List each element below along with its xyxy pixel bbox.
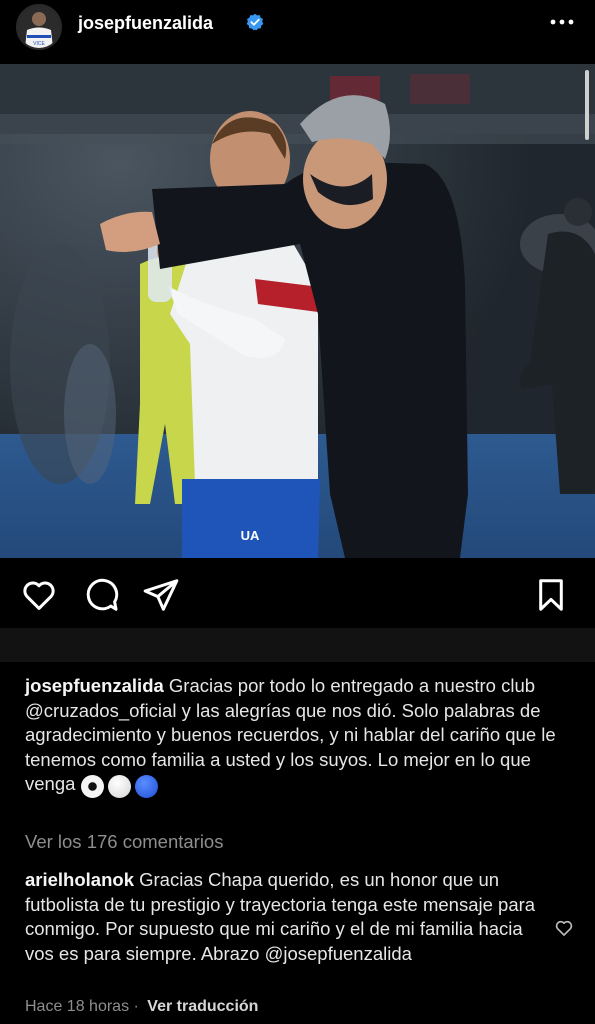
comment: arielholanok Gracias Chapa querido, es u… xyxy=(25,868,545,966)
header-username[interactable]: josepfuenzalida xyxy=(78,13,213,34)
comment-meta: Hace 18 horas · Ver traducción xyxy=(25,998,258,1016)
action-bar xyxy=(0,558,595,628)
comment-icon[interactable] xyxy=(82,576,120,614)
comment-time: Hace 18 horas xyxy=(25,998,130,1015)
verified-badge-icon xyxy=(246,13,264,31)
comment-like-heart-icon[interactable] xyxy=(554,918,574,938)
caption: josepfuenzalida Gracias por todo lo entr… xyxy=(25,674,565,798)
caption-emojis xyxy=(80,774,158,798)
share-icon[interactable] xyxy=(142,576,180,614)
scrollbar[interactable] xyxy=(585,70,589,140)
bookmark-icon[interactable] xyxy=(532,576,570,614)
view-comments-link[interactable]: Ver los 176 comentarios xyxy=(25,831,223,853)
post-image[interactable]: UA xyxy=(0,64,595,558)
divider xyxy=(0,628,595,662)
avatar-jersey-text: VICE xyxy=(33,41,45,47)
shorts-logo: UA xyxy=(241,528,260,543)
meta-separator: · xyxy=(133,998,139,1015)
avatar[interactable]: VICE xyxy=(16,4,62,50)
more-horizontal-icon[interactable] xyxy=(547,10,577,34)
blue-circle-icon xyxy=(134,774,158,798)
heart-icon[interactable] xyxy=(20,576,58,614)
post-photo-illustration: UA xyxy=(0,64,595,558)
post-header: VICE josepfuenzalida xyxy=(0,0,595,50)
soccer-ball-icon xyxy=(80,774,104,798)
translate-link[interactable]: Ver traducción xyxy=(147,998,258,1015)
comment-username[interactable]: arielholanok xyxy=(25,869,134,890)
white-circle-icon xyxy=(107,774,131,798)
caption-username[interactable]: josepfuenzalida xyxy=(25,675,164,696)
